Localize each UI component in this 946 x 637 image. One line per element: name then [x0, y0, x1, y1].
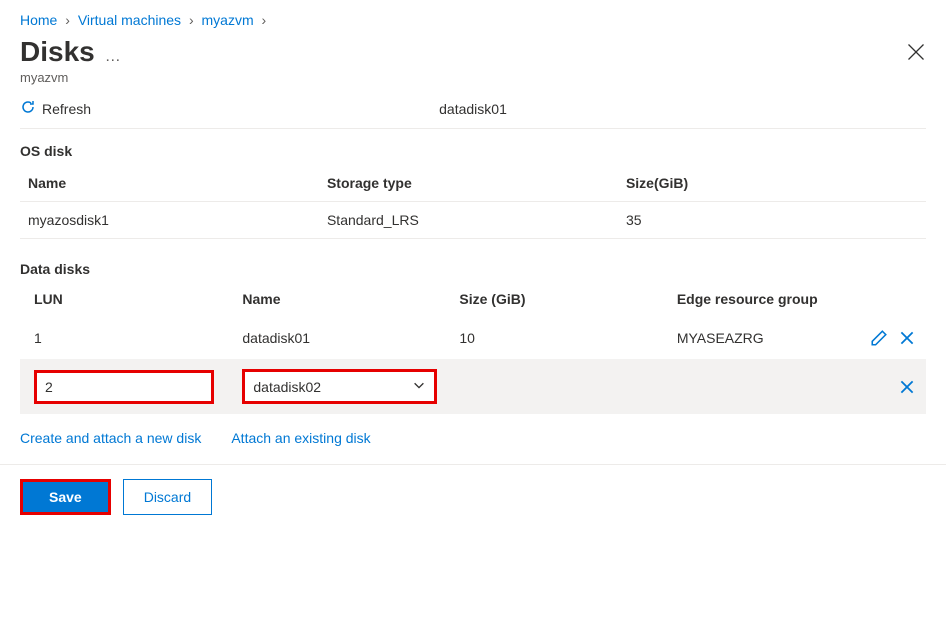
- chevron-right-icon: ›: [262, 12, 267, 28]
- os-disk-storage: Standard_LRS: [319, 202, 618, 239]
- more-icon[interactable]: …: [105, 48, 123, 66]
- table-row-editing: 2 datadisk02: [20, 359, 926, 414]
- data-disks-table: LUN Name Size (GiB) Edge resource group …: [20, 283, 926, 414]
- chevron-right-icon: ›: [65, 12, 70, 28]
- chevron-down-icon: [412, 378, 426, 395]
- close-icon[interactable]: [906, 42, 926, 62]
- os-disk-table: Name Storage type Size(GiB) myazosdisk1 …: [20, 165, 926, 239]
- cell-size: 10: [445, 317, 662, 359]
- save-highlight: Save: [20, 479, 111, 515]
- page-title: Disks: [20, 36, 95, 68]
- table-row: 1 datadisk01 10 MYASEAZRG: [20, 317, 926, 359]
- refresh-icon: [20, 99, 36, 118]
- lun-input[interactable]: 2: [34, 370, 214, 404]
- col-lun: LUN: [20, 283, 228, 317]
- cell-lun: 1: [20, 317, 228, 359]
- refresh-button[interactable]: Refresh: [20, 99, 91, 118]
- cell-group: MYASEAZRG: [663, 317, 854, 359]
- save-button[interactable]: Save: [23, 482, 108, 512]
- edit-icon[interactable]: [868, 327, 890, 349]
- col-size: Size (GiB): [445, 283, 662, 317]
- disk-name-value: datadisk02: [253, 379, 321, 395]
- col-group: Edge resource group: [663, 283, 854, 317]
- page-subtitle: myazvm: [20, 70, 926, 85]
- breadcrumb-vm[interactable]: myazvm: [202, 12, 254, 28]
- os-disk-size: 35: [618, 202, 926, 239]
- breadcrumb-vms[interactable]: Virtual machines: [78, 12, 181, 28]
- disk-name-select[interactable]: datadisk02: [242, 369, 437, 404]
- create-disk-link[interactable]: Create and attach a new disk: [20, 430, 201, 446]
- col-name: Name: [228, 283, 445, 317]
- breadcrumb: Home › Virtual machines › myazvm ›: [20, 8, 926, 36]
- refresh-label: Refresh: [42, 101, 91, 117]
- table-row: myazosdisk1 Standard_LRS 35: [20, 202, 926, 239]
- cell-name: datadisk01: [228, 317, 445, 359]
- selected-disk-label: datadisk01: [439, 101, 507, 117]
- col-storage: Storage type: [319, 165, 618, 202]
- data-disks-heading: Data disks: [20, 261, 926, 277]
- attach-disk-link[interactable]: Attach an existing disk: [231, 430, 370, 446]
- discard-button[interactable]: Discard: [123, 479, 212, 515]
- chevron-right-icon: ›: [189, 12, 194, 28]
- col-size: Size(GiB): [618, 165, 926, 202]
- remove-icon[interactable]: [896, 327, 918, 349]
- col-name: Name: [20, 165, 319, 202]
- remove-icon[interactable]: [896, 376, 918, 398]
- os-disk-heading: OS disk: [20, 143, 926, 159]
- breadcrumb-home[interactable]: Home: [20, 12, 57, 28]
- os-disk-name: myazosdisk1: [20, 202, 319, 239]
